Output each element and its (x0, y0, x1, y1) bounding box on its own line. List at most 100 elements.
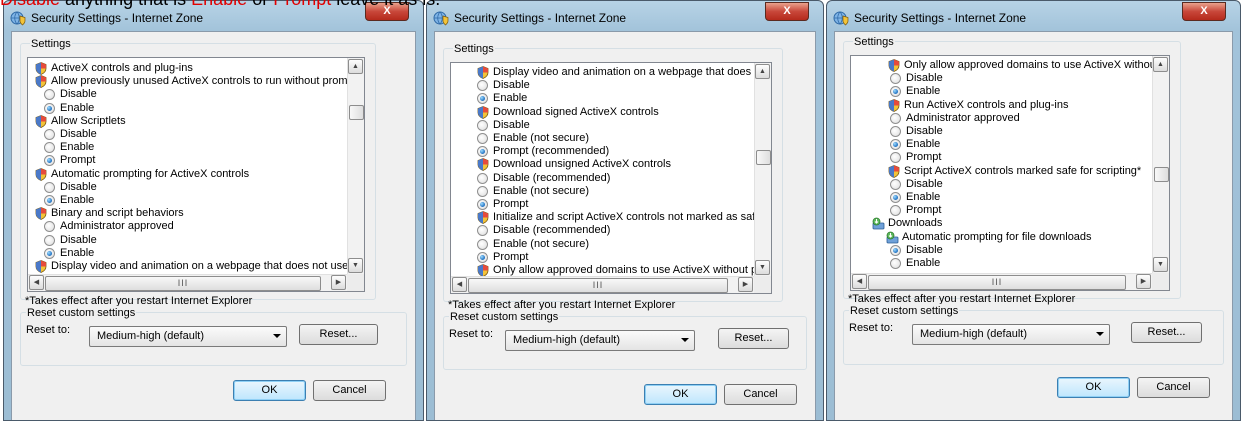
horizontal-scrollbar[interactable]: ◀ ▶ III (28, 274, 347, 291)
radio-option[interactable]: Enable (851, 257, 1152, 270)
scroll-down-icon[interactable]: ▼ (1153, 257, 1168, 272)
setting-item[interactable]: Only allow approved domains to use Activ… (451, 264, 754, 276)
radio-option[interactable]: Disable (851, 244, 1152, 257)
setting-item[interactable]: Display video and animation on a webpage… (28, 260, 347, 273)
radio-option[interactable]: Disable (recommended) (451, 224, 754, 237)
radio-unselected[interactable] (44, 129, 55, 140)
radio-unselected[interactable] (890, 152, 901, 164)
horizontal-scrollbar[interactable]: ◀ ▶ III (451, 276, 754, 293)
radio-option[interactable]: Enable (28, 247, 347, 260)
radio-unselected[interactable] (477, 133, 488, 144)
radio-selected[interactable] (44, 155, 55, 167)
radio-option[interactable]: Disable (28, 181, 347, 194)
radio-option[interactable]: Enable (451, 92, 754, 105)
scroll-thumb[interactable] (756, 149, 771, 165)
reset-level-dropdown[interactable]: Medium-high (default) (505, 330, 695, 351)
radio-unselected[interactable] (477, 185, 488, 197)
radio-selected[interactable] (890, 86, 901, 98)
setting-item[interactable]: Display video and animation on a webpage… (451, 66, 754, 79)
setting-item[interactable]: Only allow approved domains to use Activ… (851, 59, 1152, 72)
radio-unselected[interactable] (890, 178, 901, 190)
scroll-left-icon[interactable]: ◀ (29, 275, 44, 290)
scroll-up-icon[interactable]: ▲ (755, 64, 770, 79)
settings-tree[interactable]: Display video and animation on a webpage… (450, 62, 772, 294)
reset-level-dropdown[interactable]: Medium-high (default) (912, 324, 1110, 345)
radio-option[interactable]: Administrator approved (28, 220, 347, 233)
setting-item[interactable]: Allow Scriptlets (28, 115, 347, 128)
reset-button[interactable]: Reset... (299, 324, 378, 345)
radio-unselected[interactable] (44, 142, 55, 154)
ok-button[interactable]: OK (233, 380, 306, 401)
ok-button[interactable]: OK (1057, 377, 1130, 398)
scroll-down-icon[interactable]: ▼ (348, 258, 363, 273)
radio-selected[interactable] (44, 195, 55, 206)
radio-option[interactable]: Disable (28, 234, 347, 247)
radio-option[interactable]: Prompt (851, 151, 1152, 164)
title-bar[interactable]: Security Settings - Internet Zone X (427, 1, 823, 31)
radio-unselected[interactable] (477, 119, 488, 131)
radio-option[interactable]: Enable (not secure) (451, 132, 754, 145)
radio-option[interactable]: Enable (not secure) (451, 185, 754, 198)
radio-option[interactable]: Disable (28, 88, 347, 101)
title-bar[interactable]: Security Settings - Internet Zone X (827, 1, 1240, 31)
radio-selected[interactable] (477, 146, 488, 158)
radio-option[interactable]: Disable (recommended) (451, 172, 754, 185)
radio-option[interactable]: Prompt (451, 251, 754, 264)
cancel-button[interactable]: Cancel (313, 380, 386, 401)
vertical-scrollbar[interactable]: ▲ ▼ (754, 63, 771, 276)
radio-option[interactable]: Disable (451, 119, 754, 132)
close-button[interactable]: X (1182, 2, 1226, 21)
radio-option[interactable]: Prompt (recommended) (451, 145, 754, 158)
radio-option[interactable]: Disable (28, 128, 347, 141)
setting-item[interactable]: Download signed ActiveX controls (451, 106, 754, 119)
radio-unselected[interactable] (477, 238, 488, 250)
radio-option[interactable]: Enable (28, 102, 347, 115)
radio-unselected[interactable] (890, 73, 901, 85)
setting-item[interactable]: Download unsigned ActiveX controls (451, 158, 754, 172)
radio-selected[interactable] (890, 244, 901, 256)
scroll-right-icon[interactable]: ▶ (331, 275, 346, 290)
setting-item[interactable]: Automatic prompting for ActiveX controls (28, 168, 347, 181)
radio-option[interactable]: Disable (451, 79, 754, 92)
vertical-scrollbar[interactable]: ▲ ▼ (1152, 56, 1169, 273)
setting-item[interactable]: Initialize and script ActiveX controls n… (451, 211, 754, 225)
radio-unselected[interactable] (477, 225, 488, 237)
radio-unselected[interactable] (44, 89, 55, 101)
vertical-scrollbar[interactable]: ▲ ▼ (347, 58, 364, 274)
radio-option[interactable]: Prompt (451, 198, 754, 211)
reset-button[interactable]: Reset... (1131, 322, 1202, 343)
radio-selected[interactable] (44, 102, 55, 114)
setting-item[interactable]: Binary and script behaviors (28, 207, 347, 221)
scroll-right-icon[interactable]: ▶ (1136, 274, 1151, 289)
scroll-thumb[interactable] (349, 105, 364, 121)
radio-option[interactable]: Enable (851, 138, 1152, 151)
radio-selected[interactable] (477, 93, 488, 105)
horizontal-scrollbar[interactable]: ◀ ▶ III (851, 273, 1152, 290)
reset-button[interactable]: Reset... (718, 328, 789, 349)
chevron-down-icon[interactable] (681, 338, 689, 342)
cancel-button[interactable]: Cancel (1137, 377, 1210, 398)
radio-option[interactable]: Enable (28, 194, 347, 207)
radio-unselected[interactable] (890, 112, 901, 124)
radio-unselected[interactable] (44, 221, 55, 233)
horizontal-scroll-thumb[interactable]: III (45, 276, 321, 291)
radio-selected[interactable] (890, 139, 901, 151)
ok-button[interactable]: OK (644, 384, 717, 405)
setting-item[interactable]: Script ActiveX controls marked safe for … (851, 165, 1152, 178)
settings-tree[interactable]: ActiveX controls and plug-ins Allow previ… (27, 57, 365, 292)
radio-option[interactable]: Disable (851, 178, 1152, 191)
chevron-down-icon[interactable] (1096, 332, 1104, 336)
radio-unselected[interactable] (477, 172, 488, 184)
scroll-thumb[interactable] (1154, 166, 1169, 182)
radio-option[interactable]: Prompt (851, 204, 1152, 217)
horizontal-scroll-thumb[interactable]: III (868, 275, 1126, 290)
scroll-right-icon[interactable]: ▶ (738, 277, 753, 292)
radio-unselected[interactable] (44, 181, 55, 193)
chevron-down-icon[interactable] (273, 334, 281, 338)
radio-selected[interactable] (477, 199, 488, 210)
radio-option[interactable]: Enable (851, 85, 1152, 98)
radio-option[interactable]: Prompt (28, 154, 347, 167)
settings-tree[interactable]: Only allow approved domains to use Activ… (850, 55, 1170, 291)
tree-category[interactable]: Downloads (851, 217, 1152, 230)
scroll-left-icon[interactable]: ◀ (852, 274, 867, 289)
